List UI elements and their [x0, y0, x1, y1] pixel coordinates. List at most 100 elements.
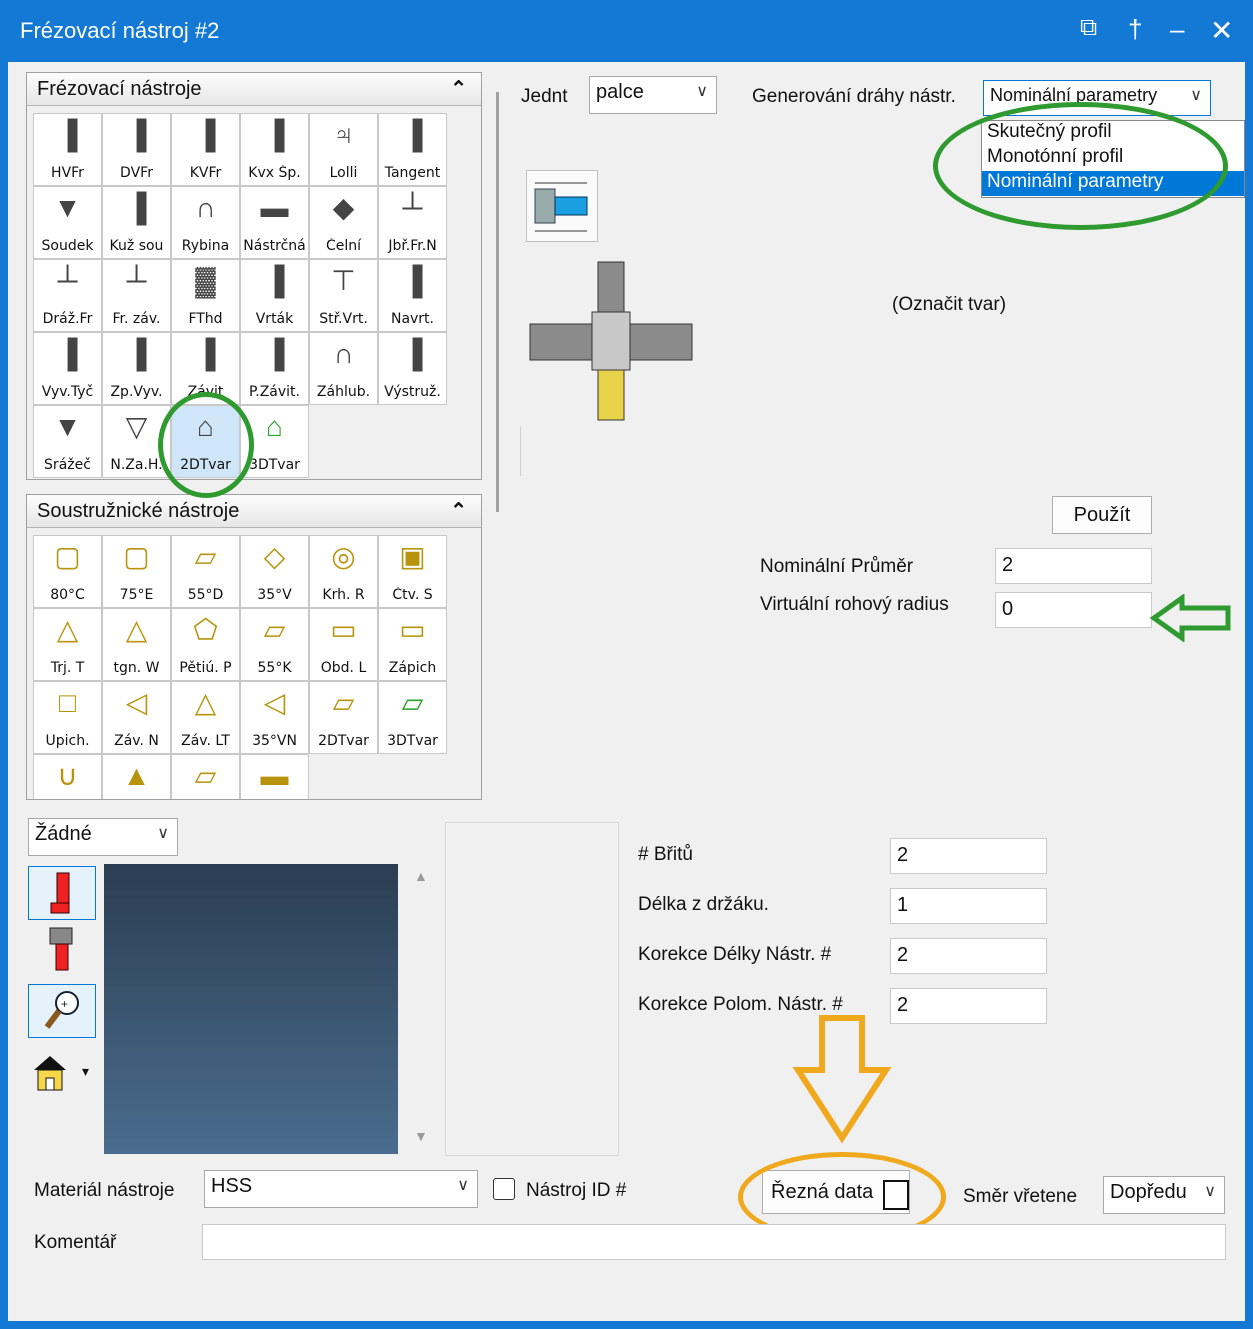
- milling-tool-label: HVFr: [51, 165, 84, 181]
- turning-tool-3[interactable]: ◇ 35°V: [240, 535, 309, 608]
- turning-tool-9[interactable]: ▱ 55°K: [240, 608, 309, 681]
- splitter[interactable]: [496, 92, 499, 512]
- milling-tool-3[interactable]: ▐ Kvx Šp.: [240, 113, 309, 186]
- annotation-arrow-orange: [792, 1015, 892, 1144]
- turning-tool-14[interactable]: △ Záv. LT: [171, 681, 240, 754]
- dialog-client-area: Frézovací nástroje ⌃ ▐ HVFr ▐ DVFr ▐ KVFr ▐ Kvx…: [8, 62, 1245, 1321]
- milling-tool-16[interactable]: ⊤ Stř.Vrt.: [309, 259, 378, 332]
- zoom-button[interactable]: +: [28, 984, 96, 1038]
- restore-window-icon[interactable]: ⧉: [1080, 14, 1097, 42]
- turning-tool-19[interactable]: ▲: [102, 754, 171, 799]
- toolpath-label: Generování dráhy nástr.: [752, 86, 956, 107]
- parameter-input[interactable]: 2: [890, 938, 1047, 974]
- collapse-chevron-icon[interactable]: ⌃: [450, 498, 467, 523]
- milling-tool-2[interactable]: ▐ KVFr: [171, 113, 240, 186]
- home-view-button[interactable]: ▾: [28, 1050, 94, 1094]
- milling-tool-icon: ▐: [195, 119, 216, 150]
- parameter-input[interactable]: 2: [890, 838, 1047, 874]
- milling-tool-4[interactable]: ♃ Lolli: [309, 113, 378, 186]
- turning-tool-13[interactable]: ◁ Záv. N: [102, 681, 171, 754]
- milling-tool-23[interactable]: ▐ Výstruž.: [378, 332, 447, 405]
- milling-tool-22[interactable]: ∩ Záhlub.: [309, 332, 378, 405]
- view-select[interactable]: Žádné ∨: [28, 818, 178, 856]
- turning-tool-20[interactable]: ▱: [171, 754, 240, 799]
- turning-tool-5[interactable]: ▣ Čtv. S: [378, 535, 447, 608]
- turning-tool-0[interactable]: ▢ 80°C: [33, 535, 102, 608]
- milling-tool-9[interactable]: ▬ Nástrčná: [240, 186, 309, 259]
- milling-tool-8[interactable]: ∩ Rybina: [171, 186, 240, 259]
- milling-tool-19[interactable]: ▐ Zp.Vyv.: [102, 332, 171, 405]
- milling-tool-icon: ▐: [126, 338, 147, 369]
- turning-tool-label: 75°E: [119, 587, 154, 603]
- milling-tool-1[interactable]: ▐ DVFr: [102, 113, 171, 186]
- annotation-ellipse-green-tool: [158, 392, 254, 498]
- units-select[interactable]: palce ∨: [589, 76, 717, 114]
- turning-tool-18[interactable]: ∪: [33, 754, 102, 799]
- nominal-diameter-input[interactable]: 2: [995, 548, 1152, 584]
- turning-tool-21[interactable]: ▬: [240, 754, 309, 799]
- shape-select-button[interactable]: [526, 170, 598, 242]
- turning-tool-12[interactable]: □ Upich.: [33, 681, 102, 754]
- turning-tool-8[interactable]: ⬠ Pětiú. P: [171, 608, 240, 681]
- turning-tool-2[interactable]: ▱ 55°D: [171, 535, 240, 608]
- parameter-input[interactable]: 1: [890, 888, 1047, 924]
- milling-tool-11[interactable]: ┴ Jbř.Fr.N: [378, 186, 447, 259]
- milling-tool-5[interactable]: ▐ Tangent: [378, 113, 447, 186]
- title-bar[interactable]: Frézovací nástroj #2 ⧉ † – ✕: [0, 0, 1253, 62]
- milling-tool-label: Rybina: [181, 238, 230, 254]
- milling-tool-21[interactable]: ▐ P.Závit.: [240, 332, 309, 405]
- milling-tool-13[interactable]: ┴ Fr. záv.: [102, 259, 171, 332]
- collapse-chevron-icon[interactable]: ⌃: [450, 76, 467, 101]
- minimize-icon[interactable]: –: [1170, 14, 1184, 45]
- turning-insert-icon: △: [56, 614, 79, 645]
- turning-tool-11[interactable]: ▭ Zápich: [378, 608, 447, 681]
- turning-insert-icon: ◁: [263, 687, 286, 718]
- milling-tool-15[interactable]: ▐ Vrták: [240, 259, 309, 332]
- turning-tool-15[interactable]: ◁ 35°VN: [240, 681, 309, 754]
- spindle-select[interactable]: Dopředu ∨: [1103, 1176, 1225, 1214]
- scrollbar-up-icon[interactable]: ▲: [414, 868, 428, 884]
- milling-tool-17[interactable]: ▐ Navrt.: [378, 259, 447, 332]
- turning-tool-grid: ▢ 80°C ▢ 75°E ▱ 55°D ◇ 35°V ◎ Krh. R ▣ Čtv. S △ Trj. …: [33, 535, 447, 799]
- turning-tool-1[interactable]: ▢ 75°E: [102, 535, 171, 608]
- close-icon[interactable]: ✕: [1210, 14, 1233, 47]
- milling-tool-14[interactable]: ▓ FThd: [171, 259, 240, 332]
- milling-tool-10[interactable]: ◆ Čelní: [309, 186, 378, 259]
- turning-tool-17[interactable]: ▱ 3DTvar: [378, 681, 447, 754]
- milling-tool-18[interactable]: ▐ Vyv.Tyč: [33, 332, 102, 405]
- milling-panel-header[interactable]: Frézovací nástroje ⌃: [27, 73, 481, 106]
- turning-tool-16[interactable]: ▱ 2DTvar: [309, 681, 378, 754]
- scrollbar-down-icon[interactable]: ▼: [414, 1128, 428, 1144]
- milling-tool-12[interactable]: ┴ Dráž.Fr: [33, 259, 102, 332]
- milling-tool-6[interactable]: ▼ Soudek: [33, 186, 102, 259]
- turning-tool-label: 35°VN: [252, 733, 297, 749]
- holder-view-button[interactable]: [28, 924, 94, 976]
- milling-tool-0[interactable]: ▐ HVFr: [33, 113, 102, 186]
- milling-tool-24[interactable]: ▼ Srážeč: [33, 405, 102, 478]
- pin-icon[interactable]: †: [1128, 14, 1142, 45]
- milling-tool-7[interactable]: ▐ Kuž sou: [102, 186, 171, 259]
- turning-tool-label: Pětiú. P: [179, 660, 232, 676]
- preview-viewport[interactable]: [104, 864, 398, 1154]
- turning-tool-4[interactable]: ◎ Krh. R: [309, 535, 378, 608]
- apply-label: Použít: [1073, 504, 1131, 526]
- apply-button[interactable]: Použít: [1052, 496, 1152, 534]
- turning-tool-label: Čtv. S: [392, 587, 433, 603]
- milling-tool-icon: ▐: [126, 192, 147, 223]
- svg-text:▾: ▾: [82, 1063, 89, 1079]
- tool-view-button[interactable]: [28, 866, 96, 920]
- turning-tool-10[interactable]: ▭ Obd. L: [309, 608, 378, 681]
- corner-radius-input[interactable]: 0: [995, 592, 1152, 628]
- turning-tool-6[interactable]: △ Trj. T: [33, 608, 102, 681]
- comment-input[interactable]: [202, 1224, 1226, 1260]
- turning-tool-7[interactable]: △ tgn. W: [102, 608, 171, 681]
- material-select[interactable]: HSS ∨: [204, 1170, 478, 1208]
- milling-tool-label: Lolli: [329, 165, 358, 181]
- milling-tool-icon: ♃: [333, 119, 354, 150]
- turning-panel-header[interactable]: Soustružnické nástroje ⌃: [27, 495, 481, 528]
- turning-panel-title: Soustružnické nástroje: [37, 500, 240, 522]
- tool-id-checkbox[interactable]: [493, 1178, 515, 1200]
- chevron-down-icon: ∨: [1204, 1183, 1216, 1200]
- nominal-diameter-value: 2: [1002, 554, 1014, 576]
- parameter-input[interactable]: 2: [890, 988, 1047, 1024]
